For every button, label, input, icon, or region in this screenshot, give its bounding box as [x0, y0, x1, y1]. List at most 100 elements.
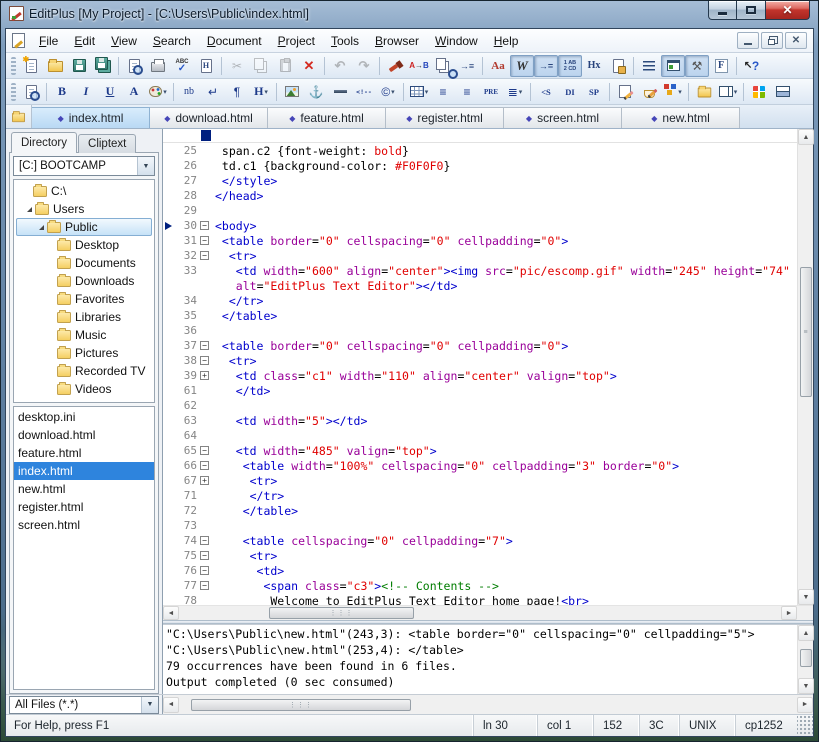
line-break-button[interactable]: ↵ [201, 81, 225, 103]
browser-list-button[interactable] [747, 81, 771, 103]
file-item-desktop-ini[interactable]: desktop.ini [14, 408, 154, 426]
span-button[interactable]: SP [582, 81, 606, 103]
output-scroll-up-icon[interactable]: ▲ [798, 625, 814, 641]
edit-document-button[interactable] [613, 81, 637, 103]
resize-grip[interactable] [797, 715, 813, 736]
menu-project[interactable]: Project [270, 31, 323, 51]
code-line[interactable]: 61 </td> [163, 383, 797, 398]
code-line[interactable]: 77− <span class="c3"><!-- Contents --> [163, 578, 797, 593]
title-bar[interactable]: EditPlus [My Project] - [C:\Users\Public… [1, 1, 818, 28]
output-line[interactable]: "C:\Users\Public\new.html"(243,3): <tabl… [166, 627, 797, 643]
tab-register-html[interactable]: ◆register.html [386, 107, 504, 128]
status-cell-unix[interactable]: UNIX [679, 715, 735, 736]
document-selector-button[interactable] [637, 55, 661, 77]
close-button[interactable]: ✕ [765, 1, 810, 20]
html-page-button[interactable]: H [194, 55, 218, 77]
tree-item-recorded-tv[interactable]: Recorded TV [16, 362, 152, 380]
find-button[interactable] [383, 55, 407, 77]
undo-button[interactable]: ↶ [328, 55, 352, 77]
fold-toggle[interactable]: − [197, 221, 212, 230]
output-hscroll-thumb[interactable]: ⋮⋮⋮ [191, 699, 411, 711]
tab-download-html[interactable]: ◆download.html [150, 107, 268, 128]
fold-toggle[interactable]: − [197, 446, 212, 455]
fold-toggle[interactable]: − [197, 461, 212, 470]
table-button[interactable]: ▾ [407, 81, 431, 103]
auto-indent-button[interactable]: →= [534, 55, 558, 77]
heading-button[interactable]: H▾ [249, 81, 273, 103]
delete-button[interactable]: ✕ [297, 55, 321, 77]
split-window-button[interactable]: ▾ [716, 81, 740, 103]
tab-screen-html[interactable]: ◆screen.html [504, 107, 622, 128]
editor-hscroll-thumb[interactable]: ⋮⋮⋮ [269, 607, 414, 619]
spell-check-button[interactable]: ABC [170, 55, 194, 77]
expander-icon[interactable] [23, 207, 35, 212]
tree-item-music[interactable]: Music [16, 326, 152, 344]
code-line[interactable]: 76− <td> [163, 563, 797, 578]
maximize-button[interactable] [737, 1, 765, 20]
code-line[interactable]: 37− <table border="0" cellspacing="0" ce… [163, 338, 797, 353]
code-line[interactable]: 66− <table width="100%" cellspacing="0" … [163, 458, 797, 473]
horizontal-rule-button[interactable] [328, 81, 352, 103]
context-help-button[interactable]: ? [740, 55, 764, 77]
redo-button[interactable]: ↷ [352, 55, 376, 77]
menu-help[interactable]: Help [486, 31, 527, 51]
code-line[interactable]: 73 [163, 518, 797, 533]
tab-index-html[interactable]: ◆index.html [32, 107, 150, 128]
status-cell-152[interactable]: 152 [593, 715, 639, 736]
code-line[interactable]: 32− <tr> [163, 248, 797, 263]
new-window-button[interactable] [692, 81, 716, 103]
find-in-files-button[interactable] [431, 55, 455, 77]
mdi-close-button[interactable]: ✕ [785, 32, 807, 49]
code-line[interactable]: 34 </tr> [163, 293, 797, 308]
menu-view[interactable]: View [103, 31, 145, 51]
nbsp-button[interactable]: nb [177, 81, 201, 103]
line-numbers-button[interactable] [558, 55, 582, 77]
output-vscroll-thumb[interactable] [800, 649, 812, 667]
set-font-button[interactable]: Aa [486, 55, 510, 77]
tree-item-downloads[interactable]: Downloads [16, 272, 152, 290]
tab-new-html[interactable]: ◆new.html [622, 107, 740, 128]
scroll-up-icon[interactable]: ▲ [798, 129, 814, 145]
output-text[interactable]: "C:\Users\Public\new.html"(243,3): <tabl… [163, 625, 797, 694]
panel-tab-directory[interactable]: Directory [11, 132, 77, 153]
tree-item-pictures[interactable]: Pictures [16, 344, 152, 362]
panel-tab-cliptext[interactable]: Cliptext [78, 134, 136, 153]
code-line[interactable]: 62 [163, 398, 797, 413]
replace-button[interactable]: → [407, 55, 431, 77]
code-line[interactable]: 29 [163, 203, 797, 218]
file-item-register-html[interactable]: register.html [14, 498, 154, 516]
function-list-button[interactable]: F [709, 55, 733, 77]
code-line[interactable]: 35 </table> [163, 308, 797, 323]
chevron-down-icon[interactable]: ▼ [141, 697, 158, 713]
fold-toggle[interactable]: + [197, 476, 212, 485]
print-button[interactable] [146, 55, 170, 77]
tree-item-public[interactable]: Public [16, 218, 152, 236]
output-scroll-left-icon[interactable]: ◄ [163, 697, 179, 713]
edit-stylesheet-button[interactable] [637, 81, 661, 103]
fold-toggle[interactable]: − [197, 356, 212, 365]
file-item-feature-html[interactable]: feature.html [14, 444, 154, 462]
drive-combobox[interactable]: [C:] BOOTCAMP ▼ [13, 156, 155, 176]
code-line[interactable]: 31− <table border="0" cellspacing="0" ce… [163, 233, 797, 248]
editor-hscrollbar[interactable]: ◄ ⋮⋮⋮ ► [163, 606, 797, 620]
toolbar-grip-2[interactable] [11, 83, 16, 101]
hex-viewer-button[interactable]: Hx [582, 55, 606, 77]
tree-item-videos[interactable]: Videos [16, 380, 152, 398]
minimize-button[interactable] [708, 1, 737, 20]
code-editor[interactable]: 25 span.c2 {font-weight: bold}26 td.c1 {… [163, 143, 797, 605]
menu-search[interactable]: Search [145, 31, 199, 51]
mdi-minimize-button[interactable] [737, 32, 759, 49]
status-cell-cp1252[interactable]: cp1252 [735, 715, 797, 736]
tab-list-button[interactable] [6, 105, 32, 128]
file-item-screen-html[interactable]: screen.html [14, 516, 154, 534]
fold-toggle[interactable]: − [197, 251, 212, 260]
code-line[interactable]: 36 [163, 323, 797, 338]
fold-toggle[interactable]: − [197, 536, 212, 545]
output-line[interactable]: Output completed (0 sec consumed) [166, 675, 797, 691]
comment-button[interactable]: <!-- [352, 81, 376, 103]
fold-toggle[interactable]: − [197, 341, 212, 350]
output-window-button[interactable]: ⚒ [685, 55, 709, 77]
menu-tools[interactable]: Tools [323, 31, 367, 51]
open-file-button[interactable] [43, 55, 67, 77]
editor-vscrollbar[interactable]: ▲ ≡ ▼ [797, 129, 813, 605]
